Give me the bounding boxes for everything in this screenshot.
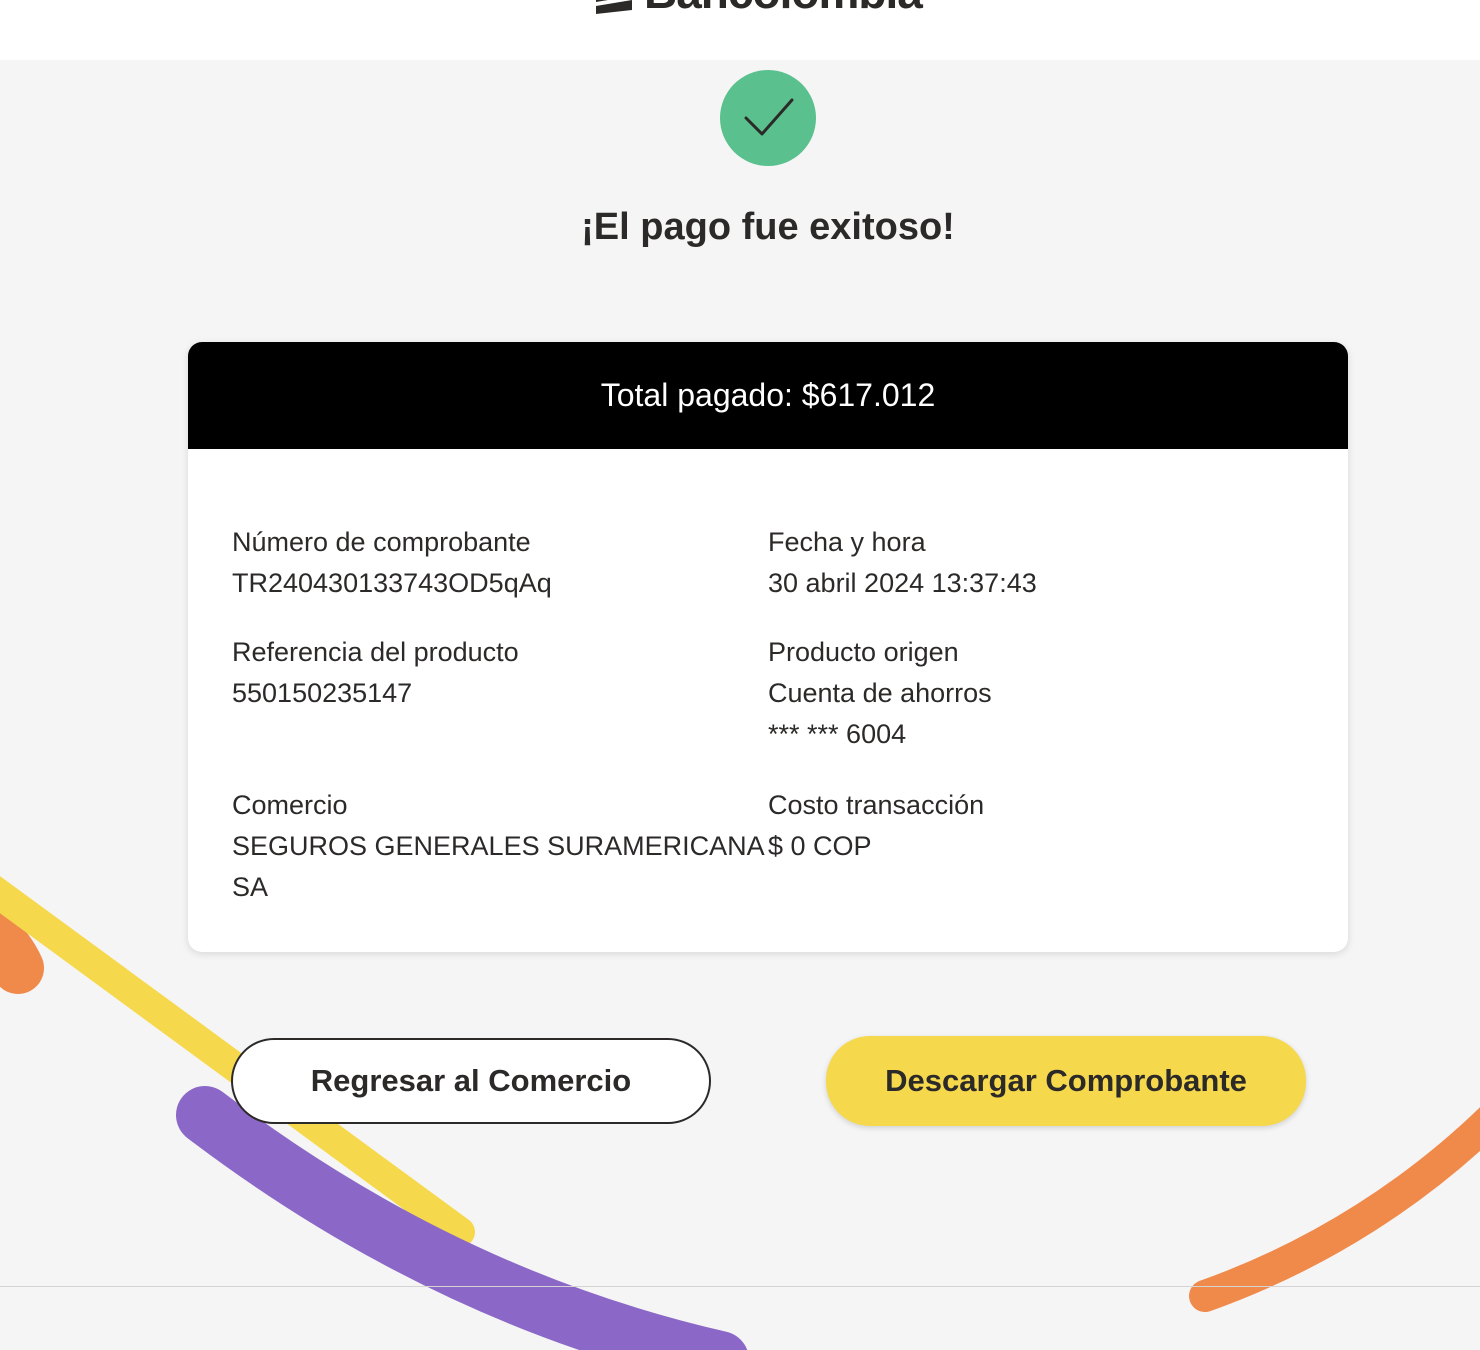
voucher-number: Número de comprobante TR240430133743OD5q… — [232, 522, 552, 604]
origin-product: Producto origen Cuenta de ahorros *** **… — [768, 632, 992, 755]
merchant-value-line2: SA — [232, 872, 269, 902]
product-reference: Referencia del producto 550150235147 — [232, 632, 519, 714]
return-to-merchant-button[interactable]: Regresar al Comercio — [231, 1038, 711, 1124]
transaction-cost-value: $ 0 COP — [768, 831, 872, 861]
receipt-card: Total pagado: $617.012 Número de comprob… — [188, 342, 1348, 952]
product-reference-value: 550150235147 — [232, 678, 413, 708]
transaction-cost: Costo transacción $ 0 COP — [768, 785, 984, 867]
bancolombia-logo-icon — [596, 0, 632, 14]
date-time-value: 30 abril 2024 13:37:43 — [768, 568, 1037, 598]
brand-logo: Bancolombia — [592, 0, 923, 15]
top-bar: Bancolombia — [0, 0, 1480, 60]
merchant-label: Comercio — [232, 790, 348, 820]
total-paid: Total pagado: $617.012 — [188, 342, 1348, 449]
product-reference-label: Referencia del producto — [232, 637, 519, 667]
check-icon — [744, 98, 794, 136]
brand-name: Bancolombia — [644, 0, 923, 15]
merchant-value: SEGUROS GENERALES SURAMERICANA — [232, 831, 765, 861]
footer-divider — [0, 1286, 1480, 1287]
voucher-number-value: TR240430133743OD5qAq — [232, 568, 552, 598]
purple-stripe — [176, 1086, 747, 1350]
voucher-number-label: Número de comprobante — [232, 527, 531, 557]
orange-stripe-right — [1189, 1107, 1480, 1312]
download-receipt-button[interactable]: Descargar Comprobante — [826, 1036, 1306, 1126]
merchant: Comercio SEGUROS GENERALES SURAMERICANA … — [232, 785, 765, 908]
origin-product-value: Cuenta de ahorros — [768, 678, 992, 708]
date-time: Fecha y hora 30 abril 2024 13:37:43 — [768, 522, 1037, 604]
transaction-cost-label: Costo transacción — [768, 790, 985, 820]
page-title: ¡El pago fue exitoso! — [581, 206, 955, 248]
date-time-label: Fecha y hora — [768, 527, 926, 557]
success-badge — [720, 70, 816, 166]
origin-account-number: *** *** 6004 — [768, 719, 907, 749]
origin-product-label: Producto origen — [768, 637, 959, 667]
orange-stripe-left — [0, 906, 44, 994]
